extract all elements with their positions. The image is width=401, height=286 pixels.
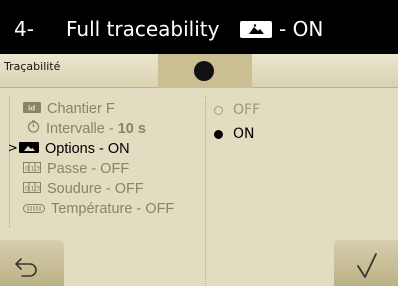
options-icon	[19, 139, 39, 159]
temperature-strip-icon	[23, 199, 45, 219]
list-item-label: Passe - OFF	[47, 161, 130, 178]
list-item-label: Température - OFF	[51, 201, 175, 218]
svg-text:0: 0	[25, 165, 29, 173]
svg-text:3: 3	[36, 185, 40, 193]
list-item-label: Soudure - OFF	[47, 181, 144, 198]
option-off[interactable]: OFF	[214, 100, 260, 120]
panel-divider	[205, 96, 206, 286]
list-item-label: Chantier F	[47, 101, 115, 118]
dot-indicator-icon	[194, 61, 214, 81]
checkmark-icon	[357, 253, 377, 278]
list-item-chantier[interactable]: id Chantier F	[23, 99, 115, 119]
section-label: Traçabilité	[4, 60, 61, 73]
list-item-options[interactable]: Options - ON	[19, 139, 130, 159]
list-item-temperature[interactable]: Température - OFF	[23, 199, 174, 219]
svg-text:id: id	[28, 105, 35, 113]
list-item-soudure[interactable]: 013 Soudure - OFF	[23, 179, 144, 199]
list-item-intervalle[interactable]: Intervalle - 10 s	[27, 119, 146, 139]
options-icon	[240, 21, 272, 38]
list-item-passe[interactable]: 013 Passe - OFF	[23, 159, 129, 179]
radio-on[interactable]	[214, 129, 223, 139]
counter-icon: 013	[23, 159, 41, 179]
title-bar: 4- Full traceability - ON	[0, 0, 398, 54]
id-badge-icon: id	[23, 99, 41, 119]
back-arrow-icon	[15, 258, 37, 277]
selection-caret-icon: >	[9, 141, 18, 156]
option-label: OFF	[233, 102, 261, 118]
confirm-button[interactable]	[334, 240, 398, 286]
list-item-label: Options - ON	[45, 141, 130, 158]
menu-list: id Chantier F Intervalle - 10 s > Option…	[9, 96, 205, 230]
option-on[interactable]: ON	[214, 124, 255, 144]
list-item-label: Intervalle - 10 s	[46, 121, 146, 138]
section-tab[interactable]	[158, 54, 252, 88]
interval-value: 10 s	[117, 121, 146, 138]
step-number: 4-	[14, 17, 34, 41]
option-label: ON	[233, 126, 255, 142]
timer-icon	[27, 119, 40, 139]
radio-off[interactable]	[214, 105, 223, 115]
svg-text:0: 0	[25, 185, 29, 193]
svg-text:1: 1	[31, 165, 35, 173]
counter-icon: 013	[23, 179, 41, 199]
header-status: - ON	[279, 17, 324, 41]
svg-text:3: 3	[36, 165, 40, 173]
page-title: Full traceability	[66, 17, 220, 41]
svg-text:1: 1	[31, 185, 35, 193]
back-button[interactable]	[0, 240, 64, 286]
screen: 4- Full traceability - ON Traçabilité id…	[0, 0, 398, 286]
